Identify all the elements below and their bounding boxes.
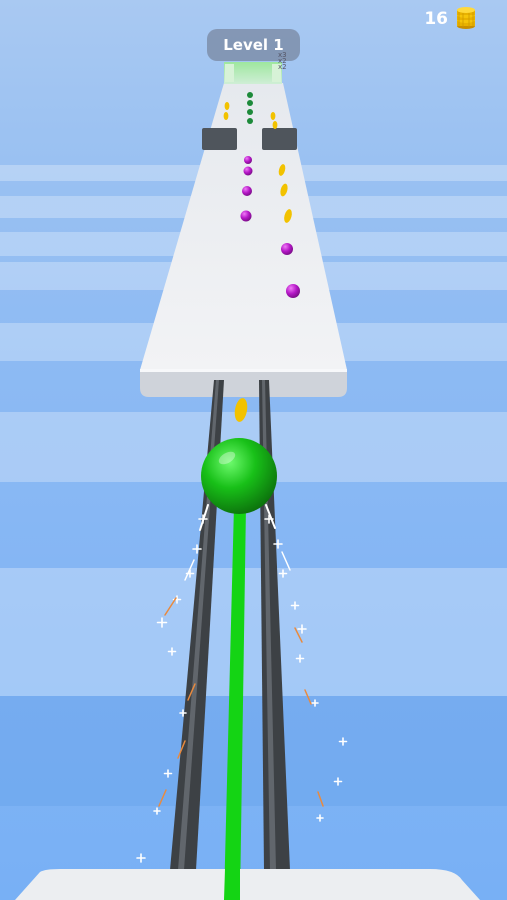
- coin: [223, 112, 229, 120]
- track-platform: [140, 83, 347, 397]
- purple-ball: [242, 186, 252, 196]
- obstacle-block-left: [202, 128, 237, 150]
- coin: [224, 102, 230, 110]
- purple-ball: [244, 156, 252, 164]
- coin: [234, 398, 248, 422]
- green-ball: [247, 118, 253, 124]
- green-trail: [224, 505, 246, 900]
- coin: [270, 112, 276, 120]
- near-platform: [15, 869, 480, 900]
- green-trail-near: [224, 869, 240, 900]
- green-ball: [247, 100, 253, 106]
- player-ball[interactable]: [201, 438, 277, 514]
- game-scene[interactable]: Level 1 x3 x2 x2 16: [0, 0, 507, 900]
- green-ball: [247, 109, 253, 115]
- multiplier-labels: x3 x2 x2: [278, 51, 287, 71]
- purple-ball: [243, 166, 253, 176]
- coin: [272, 121, 278, 129]
- game-world: [15, 62, 480, 900]
- purple-ball: [281, 243, 293, 255]
- purple-ball: [240, 210, 252, 222]
- coin-counter: 16: [424, 9, 448, 29]
- green-ball: [247, 92, 253, 98]
- coin-stack-icon: [457, 7, 475, 29]
- obstacle-block-right: [262, 128, 297, 150]
- purple-ball: [286, 284, 300, 298]
- finish-zone: [224, 62, 282, 84]
